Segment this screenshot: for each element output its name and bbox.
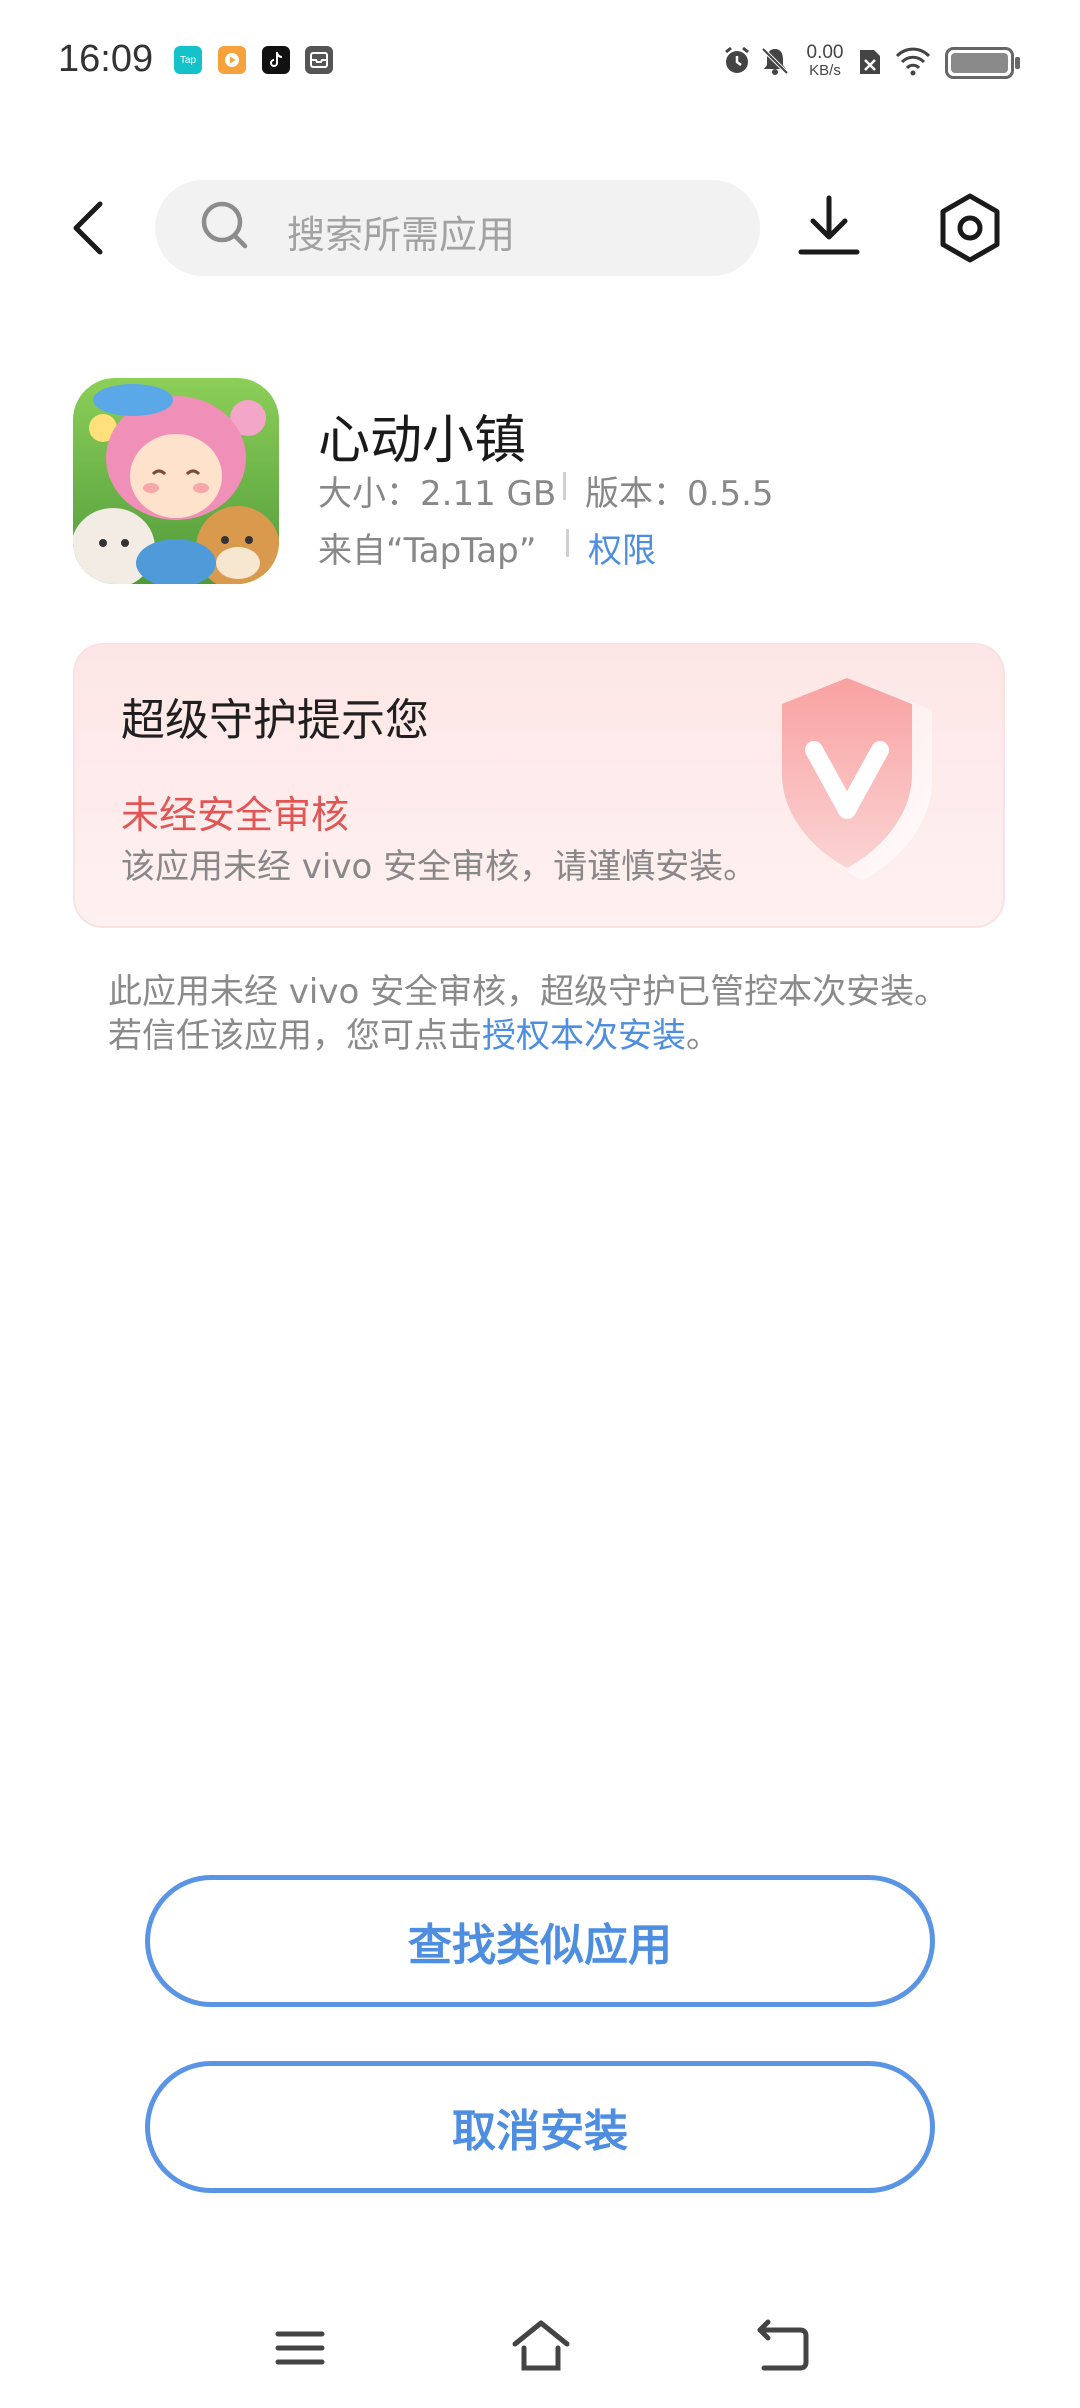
note-line-1: 此应用未经 vivo 安全审核，超级守护已管控本次安装。	[108, 972, 949, 1012]
warning-description: 该应用未经 vivo 安全审核，请谨慎安装。	[121, 847, 758, 887]
warning-title: 超级守护提示您	[121, 695, 429, 746]
app-icon	[73, 378, 279, 584]
meta-divider	[563, 472, 566, 500]
settings-icon	[940, 193, 1000, 263]
nav-menu-button[interactable]	[272, 2320, 328, 2376]
authorize-install-link[interactable]: 授权本次安装	[482, 1016, 686, 1056]
app-source: 来自“TapTap”	[318, 531, 537, 571]
app-size: 大小：2.11 GB	[318, 474, 557, 514]
tiktok-icon	[262, 46, 290, 74]
inbox-icon	[305, 46, 333, 74]
shield-v-icon	[762, 670, 942, 890]
meta-divider	[566, 529, 569, 557]
download-icon	[798, 195, 860, 255]
cancel-install-button[interactable]: 取消安装	[145, 2061, 935, 2193]
permission-link[interactable]: 权限	[588, 523, 656, 572]
note-line-2: 若信任该应用，您可点击授权本次安装。	[108, 1016, 720, 1056]
download-button[interactable]	[795, 192, 865, 264]
nav-home-button[interactable]	[510, 2318, 572, 2374]
taptap-icon: Tap	[174, 46, 202, 74]
search-icon	[200, 198, 250, 254]
no-sim-icon	[858, 48, 882, 76]
mute-icon	[760, 46, 790, 76]
home-icon	[512, 2320, 570, 2371]
wifi-icon	[895, 46, 931, 76]
search-placeholder: 搜索所需应用	[287, 213, 516, 257]
nav-back-button[interactable]	[752, 2318, 812, 2374]
warning-status: 未经安全审核	[121, 793, 350, 837]
status-time: 16:09	[58, 38, 154, 80]
settings-button[interactable]	[935, 190, 1005, 266]
video-app-icon	[218, 46, 246, 74]
app-name: 心动小镇	[318, 411, 527, 471]
alarm-icon	[722, 46, 752, 76]
network-speed: 0.00 KB/s	[806, 42, 844, 79]
back-button[interactable]	[62, 195, 122, 261]
menu-icon	[275, 2331, 325, 2365]
back-icon	[73, 201, 103, 255]
app-version: 版本：0.5.5	[585, 474, 774, 514]
find-similar-apps-button[interactable]: 查找类似应用	[145, 1875, 935, 2007]
battery-icon	[945, 47, 1021, 79]
back-nav-icon	[757, 2319, 809, 2371]
install-note: 此应用未经 vivo 安全审核，超级守护已管控本次安装。 若信任该应用，您可点击…	[108, 970, 998, 1058]
